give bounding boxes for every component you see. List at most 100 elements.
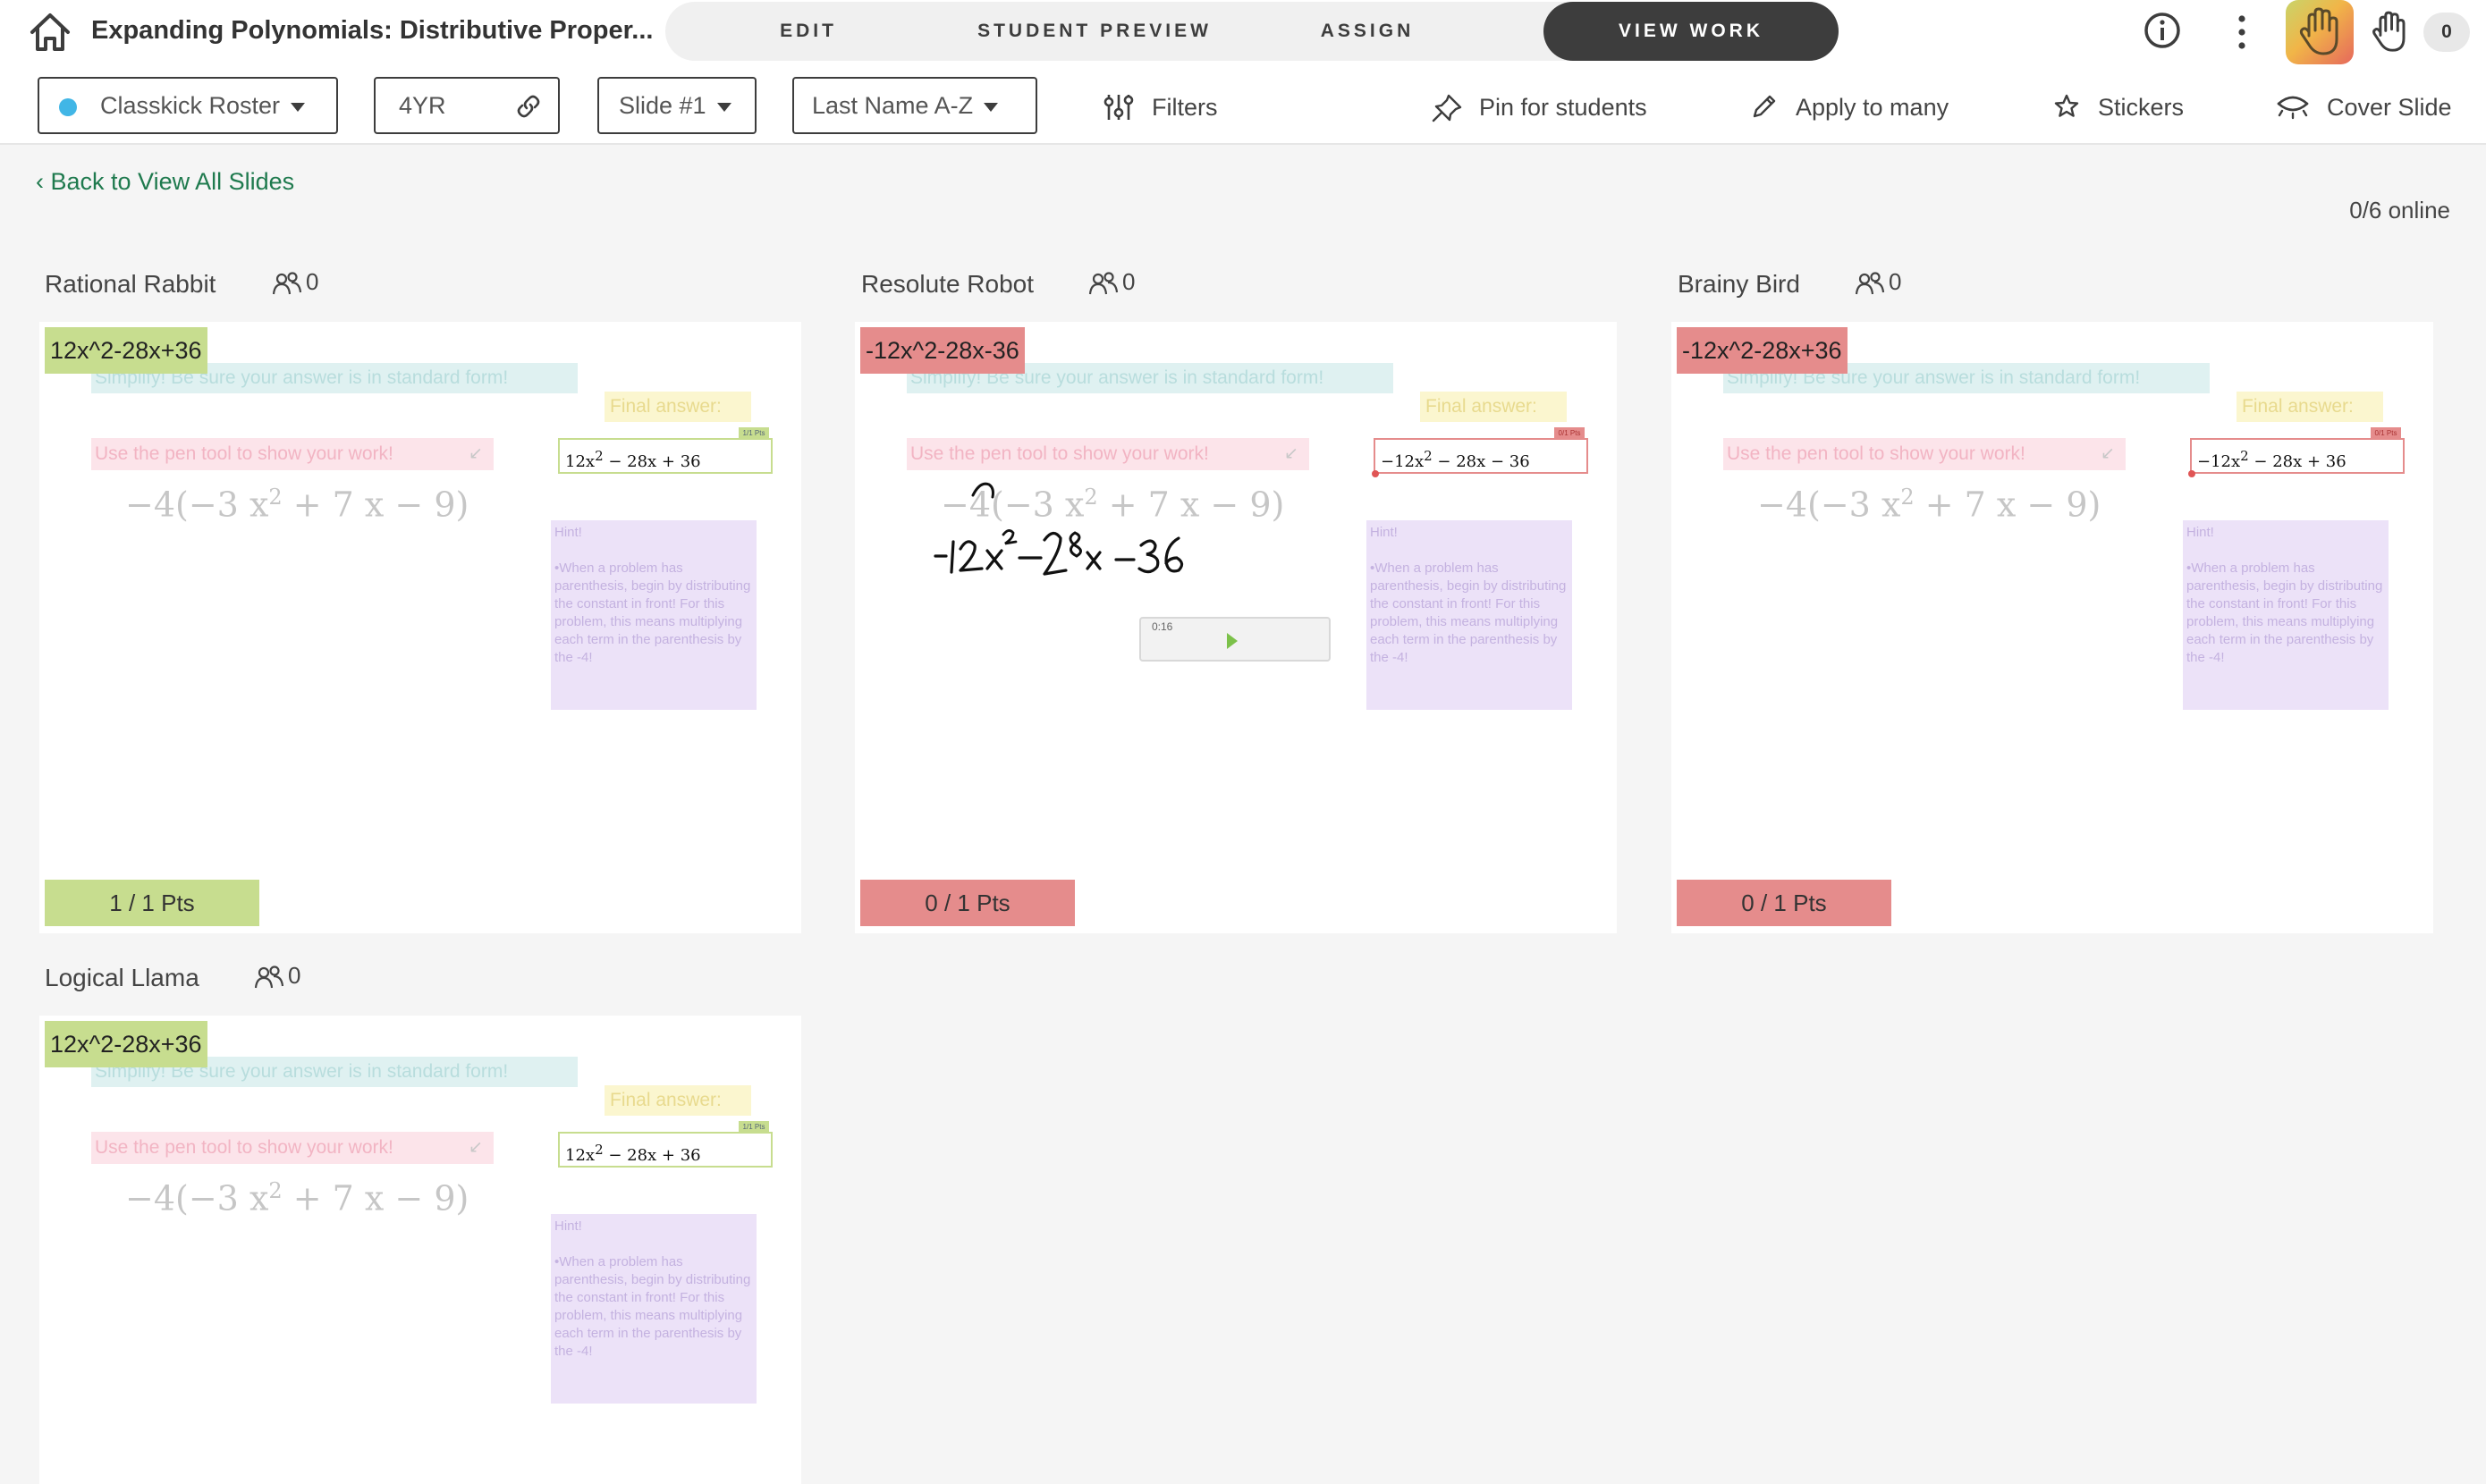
apply-to-many-button[interactable]: Apply to many [1751, 89, 1949, 125]
help-request-button[interactable] [2361, 4, 2418, 61]
star-icon [2054, 94, 2079, 117]
handwritten-work [934, 482, 1184, 576]
answer-input: −12x2 − 28x + 36 [2190, 438, 2405, 474]
toolbar: Classkick Roster 4YR Slide #1 Last Name … [0, 64, 2486, 145]
student-name[interactable]: Logical Llama [45, 964, 199, 992]
answer-input: −12x2 − 28x − 36 [1374, 438, 1588, 474]
filters-button[interactable]: Filters [1103, 89, 1218, 125]
filters-icon [1103, 95, 1134, 120]
collaborator-count: 0 [1889, 268, 1902, 295]
arrow-icon: ↙ [2101, 444, 2115, 463]
arrow-icon: ↙ [1284, 444, 1298, 463]
hint-box: Hint! •When a problem has parenthesis, b… [1366, 520, 1572, 710]
play-icon[interactable] [1227, 633, 1238, 649]
class-code: 4YR [399, 92, 446, 119]
stickers-label: Stickers [2098, 94, 2185, 121]
answer-lead: −12x [1381, 452, 1425, 471]
audio-duration: 0:16 [1152, 620, 1173, 633]
pencil-icon [1753, 95, 1776, 118]
hint-box: Hint! •When a problem has parenthesis, b… [551, 520, 757, 710]
sort-label: Last Name A-Z [812, 92, 974, 119]
answer-tail: − 28x + 36 [2248, 452, 2346, 471]
class-code-button[interactable]: 4YR [374, 77, 560, 134]
points-badge: 0 / 1 Pts [860, 880, 1075, 926]
chevron-left-icon: ‹ [36, 168, 51, 195]
stickers-button[interactable]: Stickers [2053, 89, 2184, 125]
collaborators[interactable]: 0 [254, 962, 300, 990]
problem-expression: −4(−3 x2 + 7 x − 9) [125, 485, 469, 525]
student-work-card[interactable]: -12x^2-28x-36 Simplify! Be sure your ans… [855, 322, 1617, 933]
collaborators[interactable]: 0 [1855, 268, 1901, 296]
users-icon [272, 272, 302, 295]
answer-input: 12x2 − 28x + 36 [558, 1132, 773, 1168]
pen-prompt: Use the pen tool to show your work! [907, 438, 1309, 470]
roster-dropdown[interactable]: Classkick Roster [38, 77, 338, 134]
slide-label: Slide #1 [619, 92, 706, 119]
answer-label: 12x^2-28x+36 [45, 327, 207, 374]
hint-title: Hint! [2186, 525, 2214, 540]
incorrect-marker [1372, 470, 1379, 477]
filters-label: Filters [1152, 94, 1218, 121]
student-name[interactable]: Brainy Bird [1678, 270, 1800, 299]
arrow-icon: ↙ [469, 1138, 483, 1157]
slide-dropdown[interactable]: Slide #1 [597, 77, 757, 134]
caret-down-icon [984, 102, 999, 112]
raise-hand-toggle[interactable] [2286, 0, 2354, 64]
student-name[interactable]: Resolute Robot [861, 270, 1034, 299]
pen-prompt: Use the pen tool to show your work! [91, 1132, 494, 1164]
incorrect-marker [2188, 470, 2195, 477]
eye-closed-icon [2277, 96, 2309, 120]
more-options-icon[interactable] [2230, 11, 2253, 54]
answer-lead: −12x [2197, 452, 2241, 471]
student-work-card[interactable]: -12x^2-28x+36 Simplify! Be sure your ans… [1671, 322, 2433, 933]
hint-title: Hint! [1370, 525, 1398, 540]
cover-slide-button[interactable]: Cover Slide [2275, 89, 2452, 125]
collaborator-count: 0 [306, 268, 319, 295]
home-icon[interactable] [27, 11, 73, 54]
sort-dropdown[interactable]: Last Name A-Z [792, 77, 1037, 134]
answer-lead: 12x [565, 452, 596, 471]
arrow-icon: ↙ [469, 444, 483, 463]
pen-prompt: Use the pen tool to show your work! [1723, 438, 2126, 470]
back-to-slides-link[interactable]: ‹ Back to View All Slides [36, 168, 294, 196]
collaborators[interactable]: 0 [1088, 268, 1135, 296]
tab-view-work[interactable]: VIEW WORK [1543, 2, 1839, 61]
answer-tail: − 28x + 36 [603, 452, 701, 471]
caret-down-icon [291, 102, 306, 112]
answer-label: -12x^2-28x-36 [860, 327, 1025, 374]
problem-expression: −4(−3 x2 + 7 x − 9) [1757, 485, 2101, 525]
final-answer-label: Final answer: [605, 1085, 751, 1116]
tab-student-preview[interactable]: STUDENT PREVIEW [951, 2, 1238, 61]
users-icon [1855, 272, 1885, 295]
answer-tail: − 28x − 36 [1432, 452, 1530, 471]
roster-color-dot [59, 98, 77, 116]
hand-outline-icon [2372, 11, 2406, 52]
apply-label: Apply to many [1796, 94, 1949, 121]
audio-player[interactable]: 0:16 [1139, 617, 1331, 662]
users-icon [254, 965, 284, 989]
hint-title: Hint! [554, 525, 582, 540]
pin-for-students-button[interactable]: Pin for students [1431, 89, 1647, 125]
hint-body: •When a problem has parenthesis, begin b… [554, 1254, 751, 1359]
roster-label: Classkick Roster [100, 92, 281, 119]
tab-assign[interactable]: ASSIGN [1238, 2, 1497, 61]
top-bar: Expanding Polynomials: Distributive Prop… [0, 0, 2486, 64]
student-work-card[interactable]: 12x^2-28x+36 Simplify! Be sure your answ… [39, 322, 801, 933]
info-icon[interactable] [2143, 11, 2182, 50]
tab-edit[interactable]: EDIT [665, 2, 951, 61]
answer-input: 12x2 − 28x + 36 [558, 438, 773, 474]
hint-box: Hint! •When a problem has parenthesis, b… [551, 1214, 757, 1404]
collaborator-count: 0 [1122, 268, 1136, 295]
student-work-card[interactable]: 12x^2-28x+36 Simplify! Be sure your answ… [39, 1016, 801, 1484]
assignment-title[interactable]: Expanding Polynomials: Distributive Prop… [91, 16, 653, 46]
answer-tail: − 28x + 36 [603, 1146, 701, 1165]
collaborator-count: 0 [288, 962, 301, 989]
collaborators[interactable]: 0 [272, 268, 318, 296]
points-badge: 0 / 1 Pts [1677, 880, 1891, 926]
help-request-count: 0 [2423, 13, 2470, 52]
problem-expression: −4(−3 x2 + 7 x − 9) [125, 1178, 469, 1218]
student-name[interactable]: Rational Rabbit [45, 270, 216, 299]
hint-title: Hint! [554, 1218, 582, 1234]
hint-body: •When a problem has parenthesis, begin b… [554, 561, 751, 665]
hint-body: •When a problem has parenthesis, begin b… [2186, 561, 2383, 665]
